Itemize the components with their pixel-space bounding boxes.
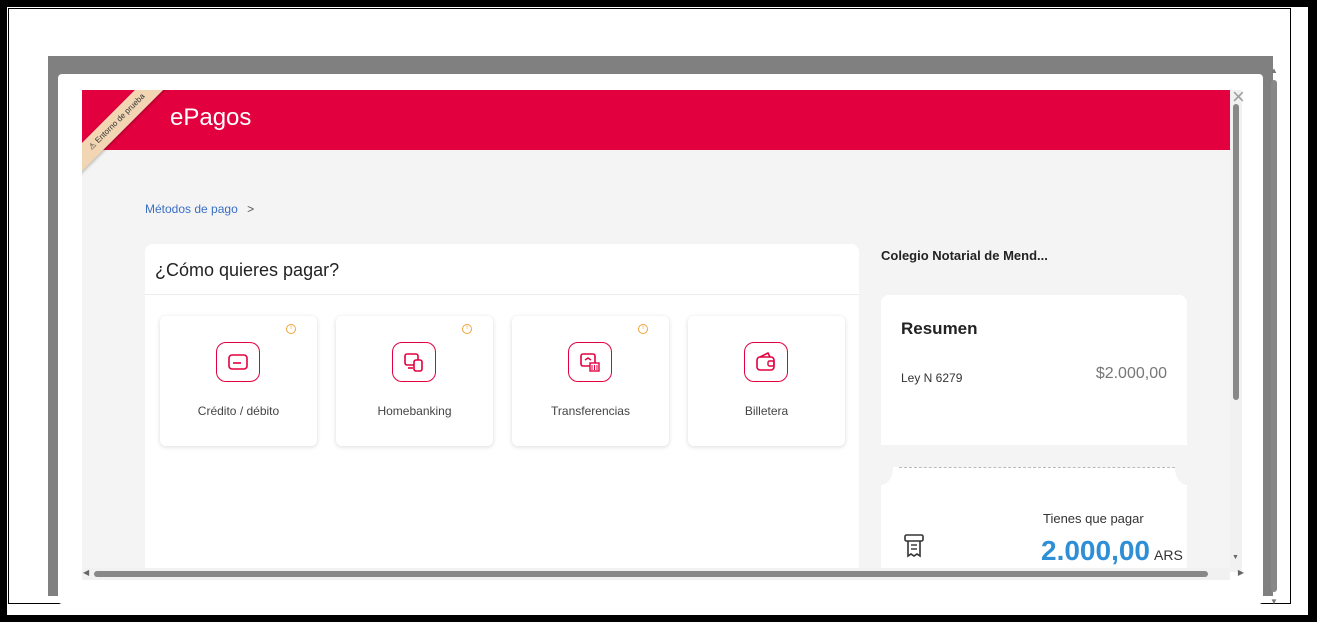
ticket-notch-right [1175, 451, 1199, 485]
test-environment-ribbon: ⚠ Entorno de prueba [82, 90, 178, 183]
epagos-app: ⚠ Entorno de prueba ePagos Métodos de pa… [82, 90, 1230, 572]
info-icon[interactable]: i [638, 324, 648, 334]
scroll-down-arrow[interactable]: ▼ [1270, 597, 1278, 606]
breadcrumb: Métodos de pago > [145, 202, 254, 216]
app-vertical-scrollbar[interactable]: ▼ [1230, 90, 1242, 572]
credit-card-icon [216, 342, 260, 382]
summary-panel: Resumen Ley N 6279 $2.000,00 Tienes que … [869, 295, 1199, 572]
method-label: Billetera [744, 404, 789, 418]
method-transfers[interactable]: i Transferencias [512, 316, 669, 446]
amount-due-label: Tienes que pagar [1043, 511, 1144, 526]
payment-modal: ⚠ Entorno de prueba ePagos Métodos de pa… [58, 74, 1263, 604]
wallet-icon [744, 342, 788, 382]
app-horizontal-scrollbar[interactable]: ◀ ▶ [82, 568, 1244, 580]
summary-item-amount: $2.000,00 [1095, 365, 1167, 382]
method-label: Homebanking [377, 404, 452, 418]
method-homebanking[interactable]: i Homebanking [336, 316, 493, 446]
brand-logo: ePagos [170, 104, 252, 131]
divider [145, 294, 859, 295]
homebanking-icon [392, 342, 436, 382]
method-label: Transferencias [551, 404, 630, 418]
payment-methods-card: ¿Cómo quieres pagar? i Crédito / débito … [145, 244, 859, 572]
scroll-left-arrow[interactable]: ◀ [83, 568, 89, 577]
receipt-icon [903, 533, 925, 564]
bank-transfer-icon [568, 342, 612, 382]
scroll-thumb[interactable] [1271, 80, 1277, 592]
info-icon[interactable]: i [462, 324, 472, 334]
breadcrumb-payment-methods[interactable]: Métodos de pago [145, 202, 238, 216]
ticket-notch-left [869, 451, 893, 485]
page-title: ¿Cómo quieres pagar? [155, 260, 340, 280]
summary-title: Resumen [901, 319, 978, 338]
method-credit-debit[interactable]: i Crédito / débito [160, 316, 317, 446]
summary-item-label: Ley N 6279 [901, 371, 963, 385]
scroll-right-arrow[interactable]: ▶ [1238, 568, 1244, 577]
scroll-up-arrow[interactable]: ▲ [1270, 66, 1278, 75]
scroll-down-arrow[interactable]: ▼ [1232, 554, 1239, 561]
scroll-thumb[interactable] [94, 571, 1208, 577]
close-modal-button[interactable]: × [1232, 86, 1245, 108]
method-label: Crédito / débito [197, 404, 280, 418]
merchant-name: Colegio Notarial de Mend... [881, 248, 1048, 263]
info-icon[interactable]: i [286, 324, 296, 334]
currency-label: ARS [1154, 547, 1183, 563]
page-vertical-scrollbar[interactable]: ▲ ▼ [1268, 66, 1280, 606]
scroll-thumb[interactable] [1233, 104, 1239, 400]
dashed-divider [899, 467, 1175, 468]
app-header: ⚠ Entorno de prueba ePagos [82, 90, 1230, 183]
breadcrumb-separator: > [247, 202, 255, 216]
amount-due-value: 2.000,00 ARS [1041, 535, 1183, 566]
method-wallet[interactable]: Billetera [688, 316, 845, 446]
